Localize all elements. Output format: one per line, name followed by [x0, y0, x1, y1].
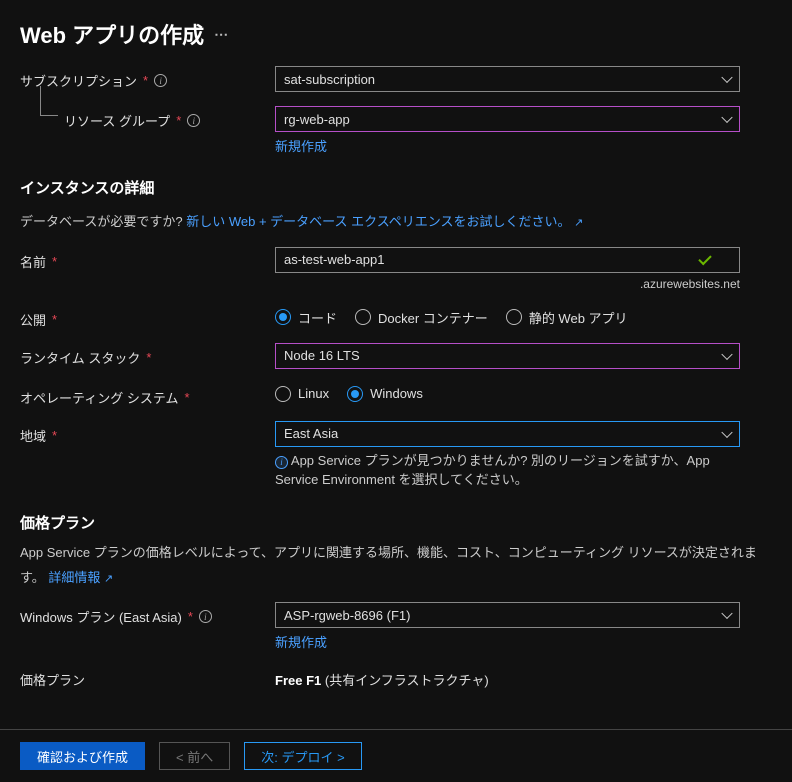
- name-label-text: 名前: [20, 252, 46, 271]
- runtime-select[interactable]: Node 16 LTS: [275, 343, 740, 369]
- publish-code-radio[interactable]: コード: [275, 308, 337, 327]
- region-help-text: App Service プランが見つかりませんか? 別のリージョンを試すか、Ap…: [275, 453, 710, 488]
- publish-docker-radio[interactable]: Docker コンテナー: [355, 308, 488, 327]
- plan-label-text: Windows プラン (East Asia): [20, 607, 182, 626]
- chevron-down-icon: [721, 608, 732, 619]
- resource-group-select[interactable]: rg-web-app: [275, 106, 740, 132]
- subscription-value: sat-subscription: [284, 72, 375, 87]
- info-icon[interactable]: i: [199, 610, 212, 623]
- tier-value-rest: (共有インフラストラクチャ): [321, 673, 489, 688]
- publish-radio-group: コード Docker コンテナー 静的 Web アプリ: [275, 305, 740, 327]
- name-label: 名前 *: [20, 247, 275, 271]
- os-label: オペレーティング システム *: [20, 383, 275, 407]
- title-text: Web アプリの作成: [20, 18, 204, 50]
- os-linux-radio[interactable]: Linux: [275, 386, 329, 402]
- subscription-label: サブスクリプション * i: [20, 66, 275, 90]
- plan-value: ASP-rgweb-8696 (F1): [284, 608, 410, 623]
- tier-value-bold: Free F1: [275, 673, 321, 688]
- external-link-icon: ↗: [574, 217, 583, 229]
- required-icon: *: [176, 113, 181, 128]
- resource-group-value: rg-web-app: [284, 112, 350, 127]
- os-linux-label: Linux: [298, 386, 329, 401]
- external-link-icon: ↗: [104, 573, 113, 585]
- runtime-label: ランタイム スタック *: [20, 343, 275, 367]
- region-help: i App Service プランが見つかりませんか? 別のリージョンを試すか、…: [275, 451, 740, 490]
- region-label-text: 地域: [20, 426, 46, 445]
- db-prompt-text: データベースが必要ですか?: [20, 214, 183, 229]
- chevron-down-icon: [721, 112, 732, 123]
- previous-button[interactable]: < 前へ: [159, 742, 230, 770]
- required-icon: *: [52, 428, 57, 443]
- info-icon[interactable]: i: [154, 74, 167, 87]
- tree-line: [40, 86, 58, 116]
- learn-more-text: 詳細情報: [48, 570, 100, 585]
- db-link-text: 新しい Web + データベース エクスペリエンスをお試しください。: [186, 214, 570, 229]
- footer-bar: 確認および作成 < 前へ 次: デプロイ >: [0, 729, 792, 782]
- radio-icon: [275, 386, 291, 402]
- os-radio-group: Linux Windows: [275, 383, 740, 402]
- rg-create-new-link[interactable]: 新規作成: [275, 136, 327, 155]
- publish-code-label: コード: [298, 308, 337, 327]
- page-title: Web アプリの作成 ⋯: [0, 0, 792, 56]
- required-icon: *: [184, 390, 189, 405]
- name-suffix: .azurewebsites.net: [275, 277, 740, 291]
- info-icon[interactable]: i: [187, 114, 200, 127]
- more-icon[interactable]: ⋯: [214, 26, 230, 43]
- radio-icon: [347, 386, 363, 402]
- next-deploy-button[interactable]: 次: デプロイ >: [244, 742, 361, 770]
- pricing-desc: App Service プランの価格レベルによって、アプリに関連する場所、機能、…: [20, 543, 772, 589]
- subscription-select[interactable]: sat-subscription: [275, 66, 740, 92]
- region-select[interactable]: East Asia: [275, 421, 740, 447]
- pricing-desc-text: App Service プランの価格レベルによって、アプリに関連する場所、機能、…: [20, 545, 757, 585]
- subscription-label-text: サブスクリプション: [20, 71, 137, 90]
- plan-select[interactable]: ASP-rgweb-8696 (F1): [275, 602, 740, 628]
- runtime-value: Node 16 LTS: [284, 348, 360, 363]
- publish-static-radio[interactable]: 静的 Web アプリ: [506, 308, 628, 327]
- chevron-down-icon: [721, 427, 732, 438]
- instance-heading: インスタンスの詳細: [20, 177, 772, 198]
- tier-label: 価格プラン: [20, 665, 275, 689]
- required-icon: *: [52, 254, 57, 269]
- pricing-learn-more-link[interactable]: 詳細情報 ↗: [48, 568, 113, 589]
- plan-create-new-link[interactable]: 新規作成: [275, 632, 327, 651]
- required-icon: *: [146, 350, 151, 365]
- tier-label-text: 価格プラン: [20, 670, 85, 689]
- publish-label-text: 公開: [20, 310, 46, 329]
- radio-icon: [506, 309, 522, 325]
- publish-label: 公開 *: [20, 305, 275, 329]
- os-label-text: オペレーティング システム: [20, 388, 178, 407]
- plan-label: Windows プラン (East Asia) * i: [20, 602, 275, 626]
- required-icon: *: [52, 312, 57, 327]
- os-windows-radio[interactable]: Windows: [347, 386, 423, 402]
- region-label: 地域 *: [20, 421, 275, 445]
- review-create-button[interactable]: 確認および作成: [20, 742, 145, 770]
- radio-icon: [275, 309, 291, 325]
- db-experience-link[interactable]: 新しい Web + データベース エクスペリエンスをお試しください。 ↗: [186, 212, 583, 233]
- pricing-heading: 価格プラン: [20, 512, 772, 533]
- resource-group-label-text: リソース グループ: [64, 111, 170, 130]
- chevron-down-icon: [721, 72, 732, 83]
- name-input[interactable]: as-test-web-app1: [275, 247, 740, 273]
- radio-icon: [355, 309, 371, 325]
- required-icon: *: [188, 609, 193, 624]
- region-value: East Asia: [284, 426, 338, 441]
- os-windows-label: Windows: [370, 386, 423, 401]
- info-icon: i: [275, 456, 288, 469]
- runtime-label-text: ランタイム スタック: [20, 348, 140, 367]
- resource-group-label: リソース グループ * i: [20, 106, 275, 130]
- db-prompt-row: データベースが必要ですか? 新しい Web + データベース エクスペリエンスを…: [20, 208, 772, 233]
- chevron-down-icon: [721, 349, 732, 360]
- required-icon: *: [143, 73, 148, 88]
- publish-static-label: 静的 Web アプリ: [529, 308, 628, 327]
- name-value: as-test-web-app1: [284, 252, 384, 267]
- publish-docker-label: Docker コンテナー: [378, 308, 488, 327]
